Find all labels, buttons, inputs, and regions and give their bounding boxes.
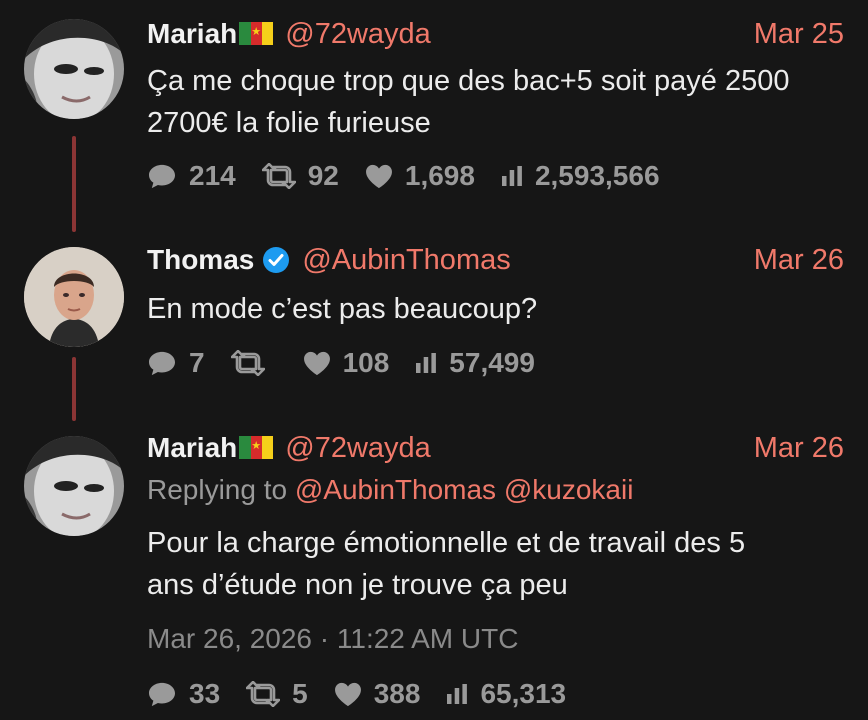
tweet-text-line: 2700€ la folie furieuse (147, 107, 431, 139)
replying-to: Replying to @AubinThomas @kuzokaii (147, 474, 633, 506)
retweet-button[interactable]: 92 (262, 160, 339, 192)
reply-count: 33 (189, 678, 221, 709)
tweet-date[interactable]: Mar 25 (754, 18, 844, 51)
heart-icon (303, 351, 331, 376)
views-icon (446, 683, 468, 705)
retweet-button[interactable]: 5 (246, 678, 308, 710)
avatar[interactable] (24, 436, 124, 536)
user-handle[interactable]: @AubinThomas (302, 244, 510, 277)
views-count: 2,593,566 (534, 160, 660, 191)
views-button[interactable]: 2,593,566 (501, 160, 660, 192)
tweet-header: Mariah @72wayda Mar 26 (147, 430, 844, 466)
tweet-text-line: Ça me choque trop que des bac+5 soit pay… (147, 65, 790, 97)
like-button[interactable]: 108 (303, 347, 390, 379)
reply-icon (147, 350, 177, 376)
display-name[interactable]: Thomas (147, 244, 254, 276)
reply-button[interactable]: 33 (147, 678, 220, 710)
like-count: 388 (373, 678, 421, 709)
avatar[interactable] (24, 19, 124, 119)
like-count: 108 (342, 347, 390, 378)
user-handle[interactable]: @72wayda (285, 432, 431, 465)
tweet-thread: Mariah @72wayda Mar 25 Ça me choque trop… (0, 0, 868, 720)
retweet-button[interactable] (231, 350, 277, 376)
reply-button[interactable]: 7 (147, 347, 205, 379)
retweet-count: 92 (307, 160, 339, 191)
tweet-stats: 7 108 57,499 (147, 345, 561, 381)
heart-icon (365, 164, 393, 189)
views-icon (415, 352, 437, 374)
reply-count: 7 (189, 347, 205, 378)
tweet-stats: 214 92 1,698 2,593,566 (147, 158, 686, 194)
tweet[interactable]: Thomas @AubinThomas Mar 26 En mode c’est… (0, 230, 868, 420)
tweet-date[interactable]: Mar 26 (754, 244, 844, 277)
tweet-text-line: En mode c’est pas beaucoup? (147, 293, 538, 325)
display-name[interactable]: Mariah (147, 18, 237, 50)
views-button[interactable]: 57,499 (415, 347, 535, 379)
replying-prefix: Replying to (147, 474, 288, 505)
like-button[interactable]: 388 (334, 678, 421, 710)
cameroon-flag-icon (239, 435, 274, 459)
tweet[interactable]: Mariah @72wayda Mar 25 Ça me choque trop… (0, 0, 868, 230)
tweet-text-line: ans d’étude non je trouve ça peu (147, 569, 568, 601)
cameroon-flag-icon (239, 21, 274, 45)
views-icon (501, 165, 523, 187)
tweet-date[interactable]: Mar 26 (754, 432, 844, 465)
tweet-header: Thomas @AubinThomas Mar 26 (147, 242, 844, 278)
reply-icon (147, 163, 177, 189)
reply-button[interactable]: 214 (147, 160, 236, 192)
mention-link[interactable]: @AubinThomas (295, 474, 496, 505)
tweet-text: En mode c’est pas beaucoup? (147, 288, 844, 330)
avatar[interactable] (24, 247, 124, 347)
like-count: 1,698 (404, 160, 475, 191)
retweet-icon (231, 350, 265, 376)
heart-icon (334, 682, 362, 707)
retweet-icon (262, 163, 296, 189)
retweet-icon (246, 681, 280, 707)
tweet[interactable]: Mariah @72wayda Mar 26 Replying to @Aubi… (0, 420, 868, 720)
tweet-header: Mariah @72wayda Mar 25 (147, 16, 844, 52)
reply-icon (147, 681, 177, 707)
display-name[interactable]: Mariah (147, 432, 237, 464)
tweet-text: Pour la charge émotionnelle et de travai… (147, 522, 844, 606)
mention-link[interactable]: @kuzokaii (504, 474, 634, 505)
tweet-text-line: Pour la charge émotionnelle et de travai… (147, 527, 746, 559)
like-button[interactable]: 1,698 (365, 160, 475, 192)
views-button[interactable]: 65,313 (446, 678, 566, 710)
retweet-count: 5 (292, 678, 308, 709)
views-count: 57,499 (449, 347, 535, 378)
reply-count: 214 (189, 160, 236, 191)
views-count: 65,313 (480, 678, 567, 709)
user-handle[interactable]: @72wayda (285, 18, 431, 51)
tweet-stats: 33 5 388 65,313 (147, 676, 592, 712)
tweet-text: Ça me choque trop que des bac+5 soit pay… (147, 60, 844, 144)
verified-badge-icon (263, 247, 290, 273)
tweet-timestamp[interactable]: Mar 26, 2026 · 11:22 AM UTC (147, 623, 518, 655)
